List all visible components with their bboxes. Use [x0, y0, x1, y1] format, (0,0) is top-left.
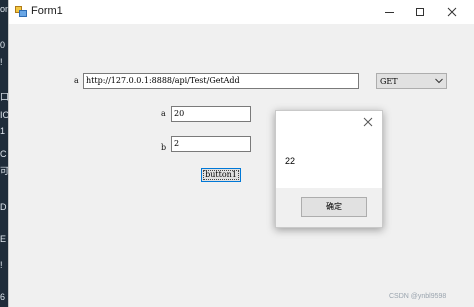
message-text: 22: [285, 156, 296, 166]
message-box-footer: 确定: [276, 188, 382, 227]
watermark: CSDN @ynbl9598: [389, 293, 447, 300]
b-input[interactable]: 2: [171, 136, 251, 152]
background-glyph: 0: [0, 40, 6, 50]
ok-button[interactable]: 确定: [301, 197, 367, 217]
background-glyph: 口: [0, 92, 8, 102]
minimize-icon[interactable]: [374, 0, 404, 24]
close-icon[interactable]: [437, 0, 467, 24]
background-glyph: !: [0, 260, 3, 270]
window-title: Form1: [31, 5, 63, 17]
focus-rectangle: [203, 170, 239, 180]
background-glyph: 1: [0, 126, 6, 136]
url-label: a: [74, 76, 79, 85]
background-glyph: !: [0, 57, 3, 67]
http-method-select[interactable]: GET: [376, 73, 447, 89]
winforms-app-icon: [15, 6, 27, 17]
chevron-down-icon: [435, 78, 443, 84]
close-icon[interactable]: [363, 117, 373, 127]
maximize-icon[interactable]: [405, 0, 435, 24]
button1[interactable]: button1: [201, 168, 241, 182]
background-glyph: E: [0, 234, 7, 244]
message-box-dialog: 22 确定: [275, 110, 383, 228]
http-method-value: GET: [380, 77, 398, 86]
a-input[interactable]: 20: [171, 106, 251, 122]
b-label: b: [161, 143, 167, 152]
background-glyph: 6: [0, 292, 6, 302]
title-bar[interactable]: Form1: [9, 0, 474, 24]
background-glyph: IO: [0, 110, 8, 120]
background-desktop-strip: on 0 ! 口 IO 1 C 可 D E ! 6: [0, 0, 8, 307]
form1-window: Form1 a http://127.0.0.1:8888/api/Test/G…: [8, 0, 474, 307]
background-glyph: 可: [0, 166, 8, 176]
background-glyph: on: [0, 4, 8, 14]
a-label: a: [161, 109, 166, 118]
background-glyph: C: [0, 149, 7, 159]
url-input[interactable]: http://127.0.0.1:8888/api/Test/GetAdd: [83, 73, 359, 89]
background-glyph: D: [0, 202, 7, 212]
